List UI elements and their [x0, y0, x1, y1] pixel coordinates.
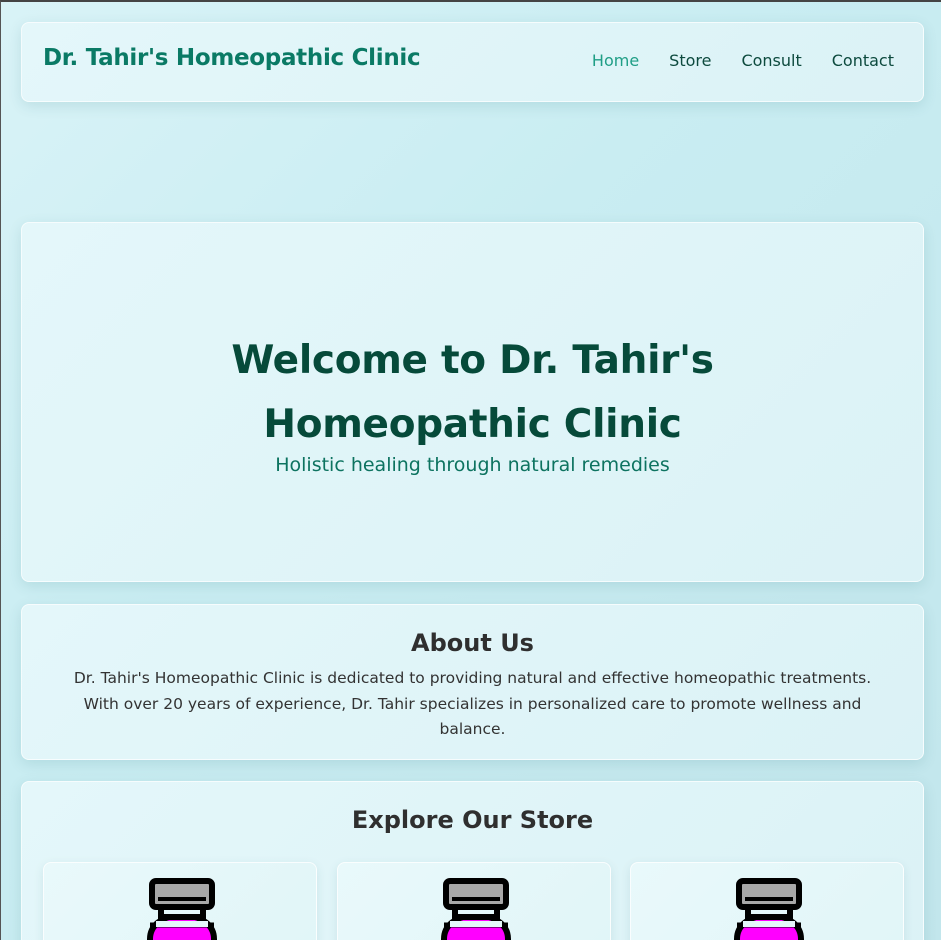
- nav-home-link[interactable]: Home: [592, 51, 639, 70]
- hero-title: Welcome to Dr. Tahir's Homeopathic Clini…: [231, 338, 714, 447]
- product-card[interactable]: [43, 862, 317, 940]
- store-section: Explore Our Store: [21, 781, 924, 940]
- brand-logo[interactable]: Dr. Tahir's Homeopathic Clinic: [43, 45, 421, 71]
- nav-store-link[interactable]: Store: [669, 51, 711, 70]
- main-nav: Home Store Consult Contact: [592, 51, 923, 70]
- about-section: About Us Dr. Tahir's Homeopathic Clinic …: [21, 604, 924, 760]
- hero-section: Welcome to Dr. Tahir's Homeopathic Clini…: [21, 222, 924, 582]
- site-header: Dr. Tahir's Homeopathic Clinic Home Stor…: [21, 22, 924, 102]
- medicine-bottle-icon: [441, 878, 511, 940]
- nav-contact-link[interactable]: Contact: [832, 51, 894, 70]
- product-card[interactable]: [337, 862, 611, 940]
- product-card[interactable]: [630, 862, 904, 940]
- nav-consult-link[interactable]: Consult: [741, 51, 801, 70]
- store-heading: Explore Our Store: [351, 806, 594, 834]
- about-text: Dr. Tahir's Homeopathic Clinic is dedica…: [73, 669, 872, 738]
- medicine-bottle-icon: [147, 878, 217, 940]
- hero-subtitle: Holistic healing through natural remedie…: [275, 454, 670, 476]
- medicine-bottle-icon: [734, 878, 804, 940]
- about-heading: About Us: [411, 629, 534, 657]
